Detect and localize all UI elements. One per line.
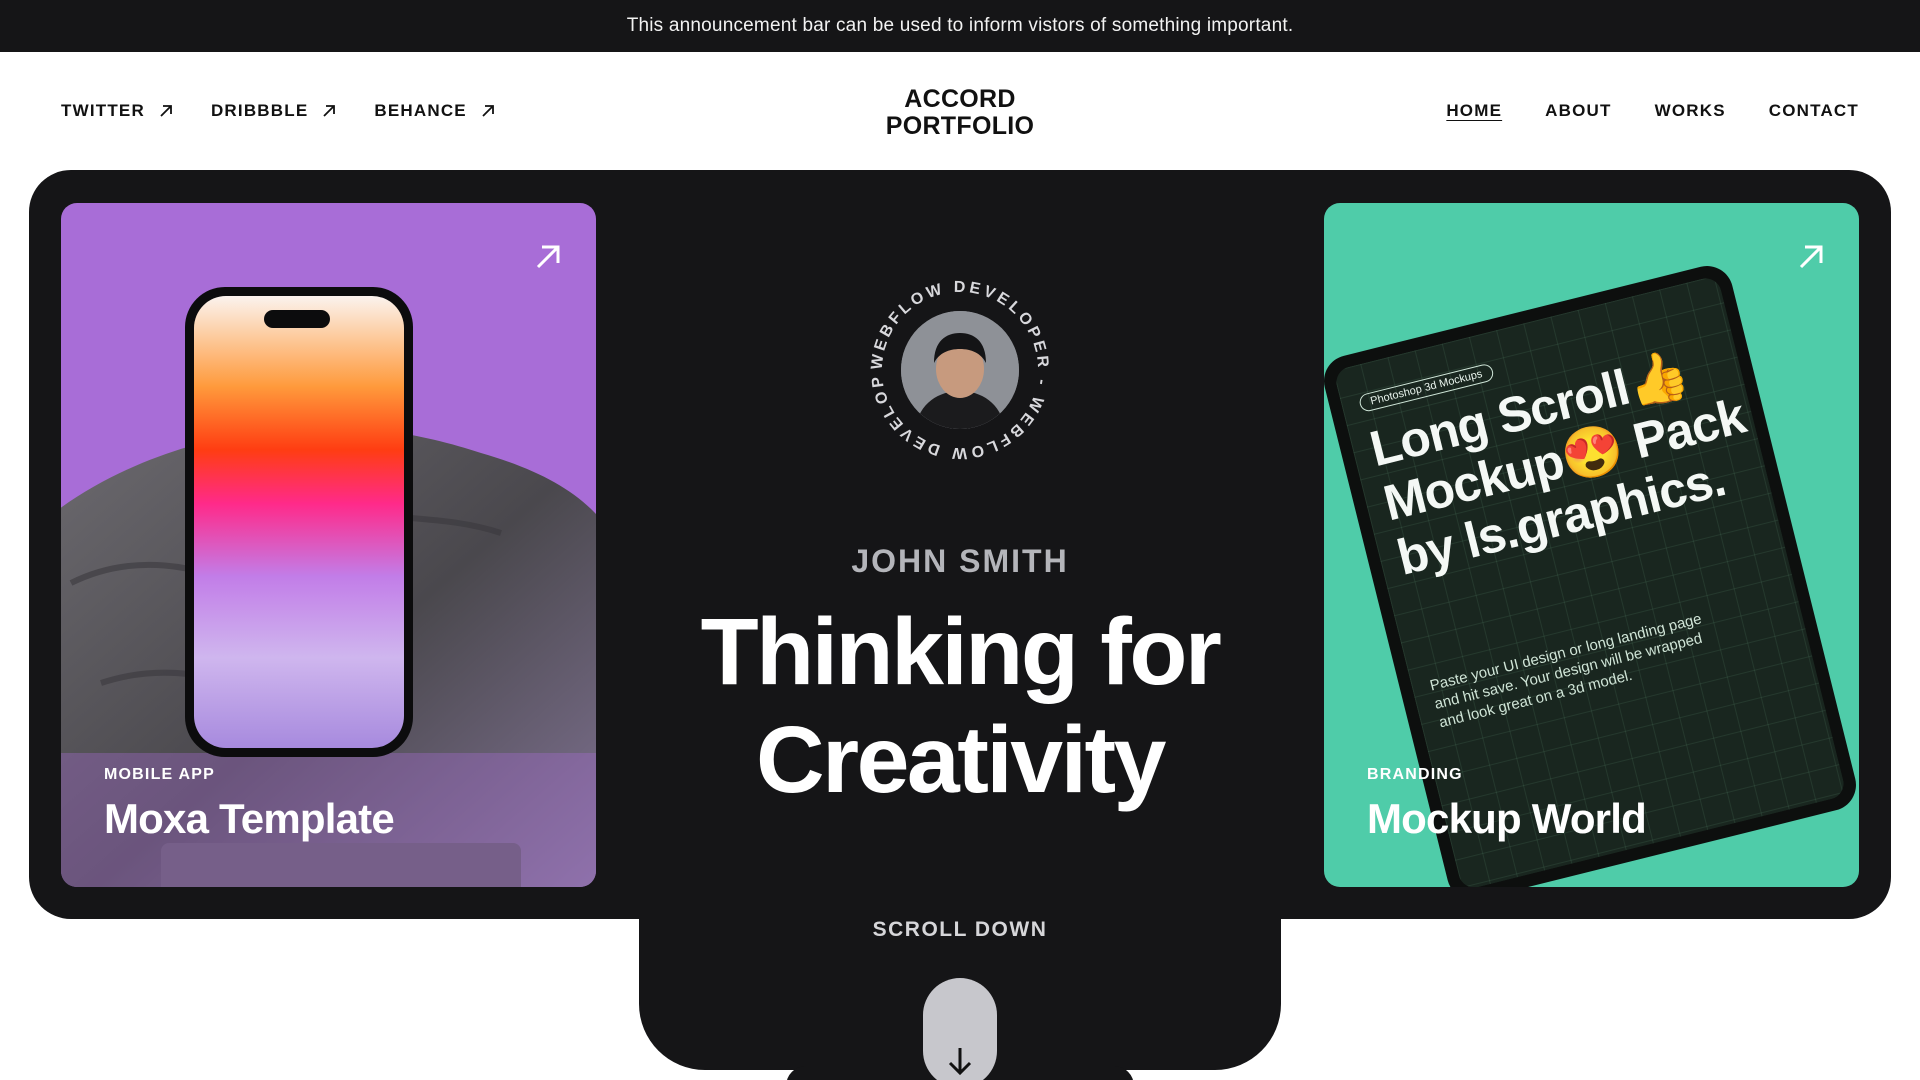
phone-screen xyxy=(194,296,404,748)
behance-label: BEHANCE xyxy=(374,101,467,120)
announcement-text: This announcement bar can be used to inf… xyxy=(626,15,1294,36)
dribbble-link[interactable]: DRIBBBLE xyxy=(211,101,336,121)
mockup-body: Paste your UI design or long landing pag… xyxy=(1428,610,1704,732)
arrow-up-right-icon xyxy=(536,245,560,269)
logo-line-2: PORTFOLIO xyxy=(885,112,1035,140)
social-links: TWITTER DRIBBBLE BEHANCE xyxy=(61,52,495,170)
menu-item-works[interactable]: WORKS xyxy=(1655,101,1726,121)
avatar xyxy=(901,311,1019,429)
behance-link[interactable]: BEHANCE xyxy=(374,101,494,121)
project-card-moxa[interactable]: MOBILE APP Moxa Template xyxy=(61,203,596,887)
arrow-up-right-icon xyxy=(323,105,336,117)
arrow-up-right-icon xyxy=(1799,245,1823,269)
hero-headline: Thinking for Creativity xyxy=(620,598,1300,814)
card-category: BRANDING xyxy=(1367,766,1463,783)
arrow-up-right-icon xyxy=(160,105,172,117)
main-menu: HOME ABOUT WORKS CONTACT xyxy=(1446,52,1859,170)
card-category: MOBILE APP xyxy=(104,766,215,783)
card-title: Mockup World xyxy=(1367,795,1647,842)
tablet-frame: Photoshop 3d Mockups Long Scroll👍 Mockup… xyxy=(1324,260,1859,887)
phone-dynamic-island xyxy=(264,310,330,328)
logo-line-1: ACCORD xyxy=(904,85,1016,113)
avatar-portrait xyxy=(901,311,1019,429)
phone-mockup xyxy=(185,287,413,757)
site-logo[interactable]: ACCORD PORTFOLIO xyxy=(860,86,1060,140)
arrow-down-icon xyxy=(948,1048,972,1076)
twitter-label: TWITTER xyxy=(61,101,145,120)
card-title: Moxa Template xyxy=(104,795,395,842)
announcement-bar: This announcement bar can be used to inf… xyxy=(0,0,1920,52)
menu-item-contact[interactable]: CONTACT xyxy=(1769,101,1859,121)
twitter-link[interactable]: TWITTER xyxy=(61,101,173,121)
mockup-headline: Long Scroll👍 Mockup😍 Pack by ls.graphics… xyxy=(1364,344,1751,586)
headline-line-2: Creativity xyxy=(756,707,1166,813)
arrow-up-right-icon xyxy=(482,105,494,117)
tablet-mockup: Photoshop 3d Mockups Long Scroll👍 Mockup… xyxy=(1324,260,1859,887)
menu-item-home[interactable]: HOME xyxy=(1446,101,1502,121)
menu-item-about[interactable]: ABOUT xyxy=(1545,101,1611,121)
person-name: JOHN SMITH xyxy=(851,543,1069,579)
scroll-down-button[interactable] xyxy=(923,978,997,1080)
headline-line-1: Thinking for xyxy=(700,599,1222,705)
project-card-mockup-world[interactable]: Photoshop 3d Mockups Long Scroll👍 Mockup… xyxy=(1324,203,1859,887)
top-nav: TWITTER DRIBBBLE BEHANCE ACCORD PORTFOLI… xyxy=(0,52,1920,170)
scroll-down-label: SCROLL DOWN xyxy=(872,918,1048,941)
dribbble-label: DRIBBBLE xyxy=(210,101,309,120)
